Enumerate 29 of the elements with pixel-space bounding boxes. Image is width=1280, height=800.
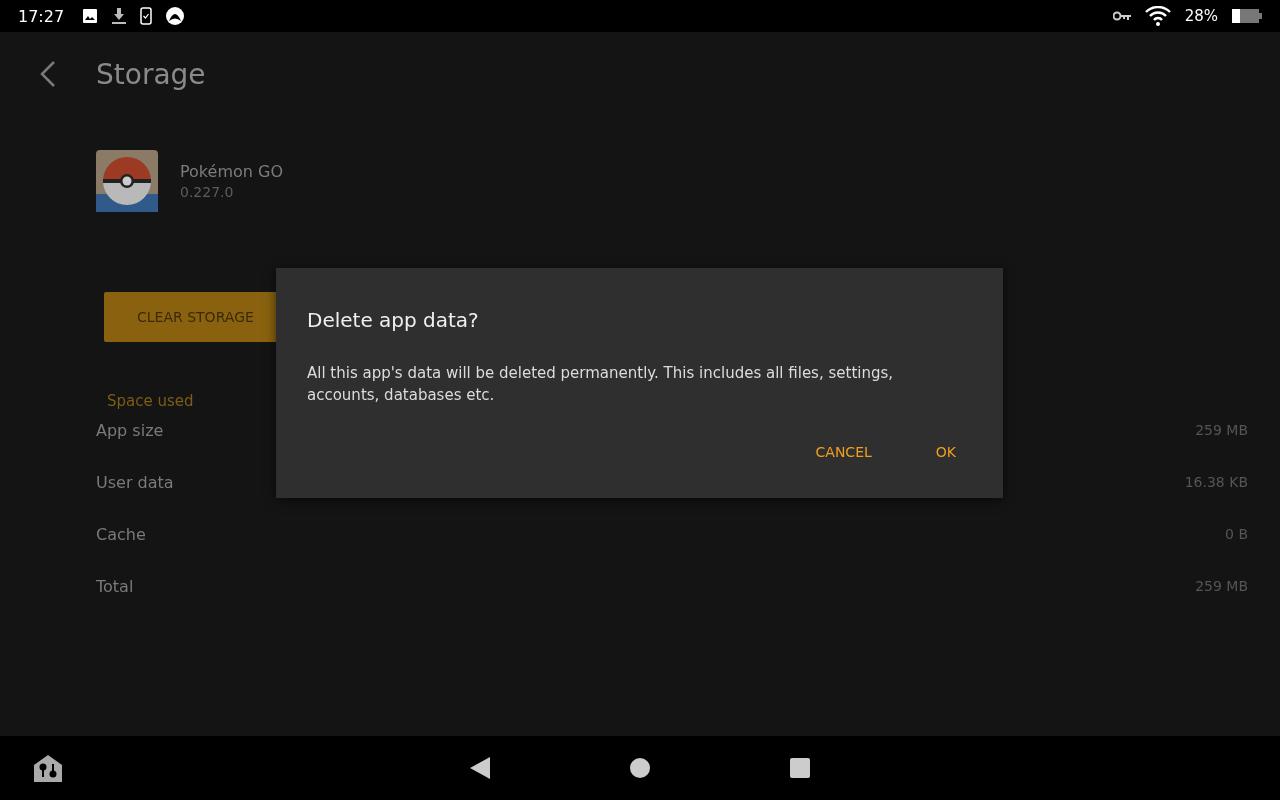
download-icon <box>112 8 127 24</box>
battery-percentage: 28% <box>1184 7 1218 25</box>
home-icon[interactable] <box>630 758 650 778</box>
phone-check-icon <box>140 7 153 25</box>
section-title: Space used <box>107 392 194 410</box>
row-value: 259 MB <box>1195 578 1248 594</box>
dialog-title: Delete app data? <box>307 308 480 332</box>
home-icon[interactable] <box>33 754 63 782</box>
row-value: 0 B <box>1225 526 1248 542</box>
row-label: App size <box>96 420 164 440</box>
dialog-button[interactable]: CANCEL <box>803 440 884 464</box>
wifi-icon <box>1144 6 1171 26</box>
row-label: Total <box>96 576 134 596</box>
dialog-button[interactable]: OK <box>923 440 968 464</box>
row-value: 16.38 KB <box>1184 474 1248 490</box>
clock: 17:27 <box>18 6 65 26</box>
app-name: Pokémon GO <box>180 162 283 181</box>
arch-icon <box>166 7 185 25</box>
app-icon <box>96 150 158 212</box>
back-icon[interactable] <box>470 757 490 779</box>
key-icon <box>1112 11 1131 21</box>
dialog-message: All this app's data will be deleted permanently. This includes all files, settings, accounts, databases etc. <box>307 363 895 406</box>
row-label: User data <box>96 472 174 492</box>
battery-icon <box>1232 9 1262 23</box>
app-version: 0.227.0 <box>180 184 235 200</box>
row-value: 259 MB <box>1195 422 1248 438</box>
row-label: Cache <box>96 524 146 544</box>
page-title: Storage <box>96 57 206 91</box>
image-icon <box>82 8 99 24</box>
